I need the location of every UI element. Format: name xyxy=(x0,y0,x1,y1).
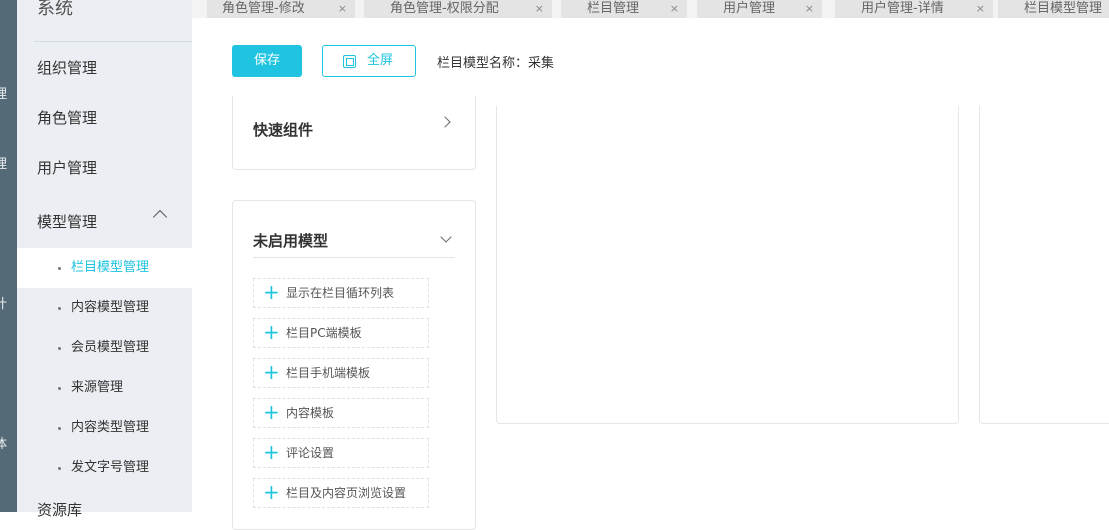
quick-components-panel[interactable]: 快速组件 xyxy=(232,96,476,170)
chevron-right-icon[interactable] xyxy=(439,116,451,128)
tab[interactable]: 角色管理-权限分配 × xyxy=(364,0,552,18)
sidebar-sub-member-model[interactable]: 会员模型管理 xyxy=(17,328,192,368)
canvas-area xyxy=(496,106,959,424)
model-item[interactable]: + 栏目手机端模板 xyxy=(253,358,429,388)
plus-icon: + xyxy=(263,280,280,304)
sidebar-item-models[interactable]: 模型管理 xyxy=(37,211,97,232)
tab-label: 栏目管理 xyxy=(587,1,640,16)
model-item[interactable]: + 评论设置 xyxy=(253,438,429,468)
tab-label: 用户管理 xyxy=(723,1,776,16)
model-name: 栏目模型名称：采集 xyxy=(437,56,555,71)
sidebar-item-users[interactable]: 用户管理 xyxy=(37,157,97,178)
tab-label: 角色管理-权限分配 xyxy=(390,1,499,16)
tab-label: 角色管理-修改 xyxy=(222,1,305,16)
divider xyxy=(253,257,455,258)
sidebar-item-org[interactable]: 组织管理 xyxy=(37,57,97,78)
item-label: 内容模板 xyxy=(286,406,335,420)
sidebar: 系统 组织管理 角色管理 用户管理 模型管理 栏目模型管理 内容模型管理 会员模… xyxy=(17,0,192,519)
tab[interactable]: 用户管理 × xyxy=(697,0,822,18)
sidebar-sub-content-type[interactable]: 内容类型管理 xyxy=(17,408,192,448)
sidebar-sub-doc-number[interactable]: 发文字号管理 xyxy=(17,448,192,488)
tab-bar: 角色管理-修改 × 角色管理-权限分配 × 栏目管理 × 用户管理 × 用户管理-详情 ×… xyxy=(192,0,1109,18)
plus-icon: + xyxy=(263,360,280,384)
save-button[interactable]: 保存 xyxy=(232,45,302,77)
item-label: 评论设置 xyxy=(286,446,335,460)
rail-label[interactable]: 理 xyxy=(0,83,7,102)
sidebar-item-roles[interactable]: 角色管理 xyxy=(37,107,97,128)
unused-models-panel: 未启用模型 + 显示在栏目循环列表 + 栏目PC端模板 + 栏目手机端模板 + 内容模板… xyxy=(232,200,476,530)
model-item[interactable]: + 栏目PC端模板 xyxy=(253,318,429,348)
tab-label: 栏目模型管理 xyxy=(1024,1,1103,16)
plus-icon: + xyxy=(263,320,280,344)
fullscreen-label: 全屏 xyxy=(367,53,394,68)
fullscreen-icon xyxy=(343,55,356,68)
tab[interactable]: 角色管理-修改 × xyxy=(207,0,355,18)
app-rail: 理 理 计 体 xyxy=(0,0,17,512)
tab-label: 用户管理-详情 xyxy=(861,1,944,16)
fullscreen-button[interactable]: 全屏 xyxy=(322,45,416,77)
divider xyxy=(34,41,192,42)
close-icon[interactable]: × xyxy=(976,0,985,17)
model-item[interactable]: + 栏目及内容页浏览设置 xyxy=(253,478,429,508)
rail-label[interactable]: 理 xyxy=(0,153,7,172)
chevron-down-icon[interactable] xyxy=(440,231,452,243)
rail-label[interactable]: 计 xyxy=(0,293,7,312)
sidebar-item-resources[interactable]: 资源库 xyxy=(37,499,82,520)
model-item[interactable]: + 显示在栏目循环列表 xyxy=(253,278,429,308)
item-label: 栏目及内容页浏览设置 xyxy=(286,486,407,500)
plus-icon: + xyxy=(263,400,280,424)
sidebar-sub-column-model[interactable]: 栏目模型管理 xyxy=(17,248,192,288)
tab[interactable]: 栏目模型管理 xyxy=(998,0,1109,18)
close-icon[interactable]: × xyxy=(338,0,347,17)
item-label: 显示在栏目循环列表 xyxy=(286,286,395,300)
tab[interactable]: 栏目管理 × xyxy=(561,0,687,18)
close-icon[interactable]: × xyxy=(805,0,814,17)
chevron-up-icon[interactable] xyxy=(152,209,168,225)
item-label: 栏目手机端模板 xyxy=(286,366,371,380)
sidebar-sub-source[interactable]: 来源管理 xyxy=(17,368,192,408)
plus-icon: + xyxy=(263,440,280,464)
panel-title: 快速组件 xyxy=(253,121,314,139)
panel-title: 未启用模型 xyxy=(253,232,329,250)
item-label: 栏目PC端模板 xyxy=(286,326,362,340)
plus-icon: + xyxy=(263,480,280,504)
close-icon[interactable]: × xyxy=(670,0,679,17)
close-icon[interactable]: × xyxy=(535,0,544,17)
tab[interactable]: 用户管理-详情 × xyxy=(835,0,993,18)
model-item[interactable]: + 内容模板 xyxy=(253,398,429,428)
rail-label[interactable]: 体 xyxy=(0,433,7,452)
properties-area xyxy=(979,106,1109,424)
sidebar-sub-content-model[interactable]: 内容模型管理 xyxy=(17,288,192,328)
sidebar-title: 系统 xyxy=(37,0,73,19)
